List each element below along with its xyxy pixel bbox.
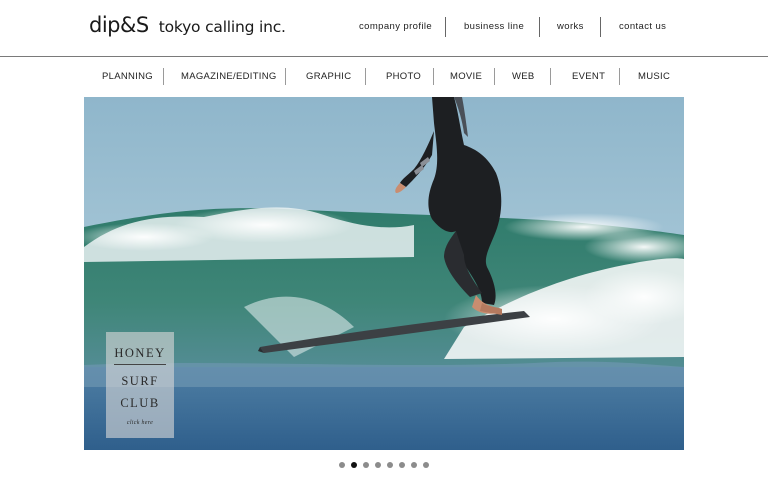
slider-dot[interactable] <box>399 462 405 468</box>
badge-line-surf: SURF <box>121 374 159 388</box>
nav-contact-us[interactable]: contact us <box>619 17 666 37</box>
site-logo[interactable]: dip&S tokyo calling inc. <box>89 13 286 37</box>
category-graphic[interactable]: GRAPHIC <box>306 66 351 87</box>
category-music[interactable]: MUSIC <box>638 66 670 87</box>
hero-slideshow[interactable]: HONEY SURF CLUB click here <box>84 97 684 450</box>
surfer-photo <box>84 97 684 450</box>
site-header: dip&S tokyo calling inc. company profile… <box>0 0 768 57</box>
category-divider <box>163 68 164 85</box>
category-photo[interactable]: PHOTO <box>386 66 421 87</box>
category-divider <box>494 68 495 85</box>
category-divider <box>433 68 434 85</box>
category-planning[interactable]: PLANNING <box>102 66 153 87</box>
badge-divider <box>114 364 166 365</box>
slider-dot[interactable] <box>351 462 357 468</box>
nav-divider <box>445 17 446 37</box>
nav-business-line[interactable]: business line <box>464 17 524 37</box>
nav-works[interactable]: works <box>557 17 584 37</box>
nav-company-profile[interactable]: company profile <box>359 17 432 37</box>
slider-dot[interactable] <box>387 462 393 468</box>
category-divider <box>550 68 551 85</box>
badge-cta: click here <box>126 420 154 426</box>
slider-dot[interactable] <box>339 462 345 468</box>
badge-line-club: CLUB <box>120 396 160 410</box>
category-web[interactable]: WEB <box>512 66 535 87</box>
category-divider <box>365 68 366 85</box>
nav-divider <box>600 17 601 37</box>
company-name: tokyo calling inc. <box>158 18 286 36</box>
category-divider <box>285 68 286 85</box>
slider-dot[interactable] <box>423 462 429 468</box>
badge-line-honey: HONEY <box>114 346 166 360</box>
slider-dot[interactable] <box>363 462 369 468</box>
category-magazine-editing[interactable]: MAGAZINE/EDITING <box>181 66 277 87</box>
category-nav: PLANNING MAGAZINE/EDITING GRAPHIC PHOTO … <box>0 66 768 87</box>
category-movie[interactable]: MOVIE <box>450 66 482 87</box>
slider-dot[interactable] <box>411 462 417 468</box>
category-event[interactable]: EVENT <box>572 66 605 87</box>
category-divider <box>619 68 620 85</box>
slider-dot[interactable] <box>375 462 381 468</box>
nav-divider <box>539 17 540 37</box>
logo-mark: dip&S <box>89 13 149 37</box>
honey-surf-club-badge[interactable]: HONEY SURF CLUB click here <box>106 332 174 438</box>
